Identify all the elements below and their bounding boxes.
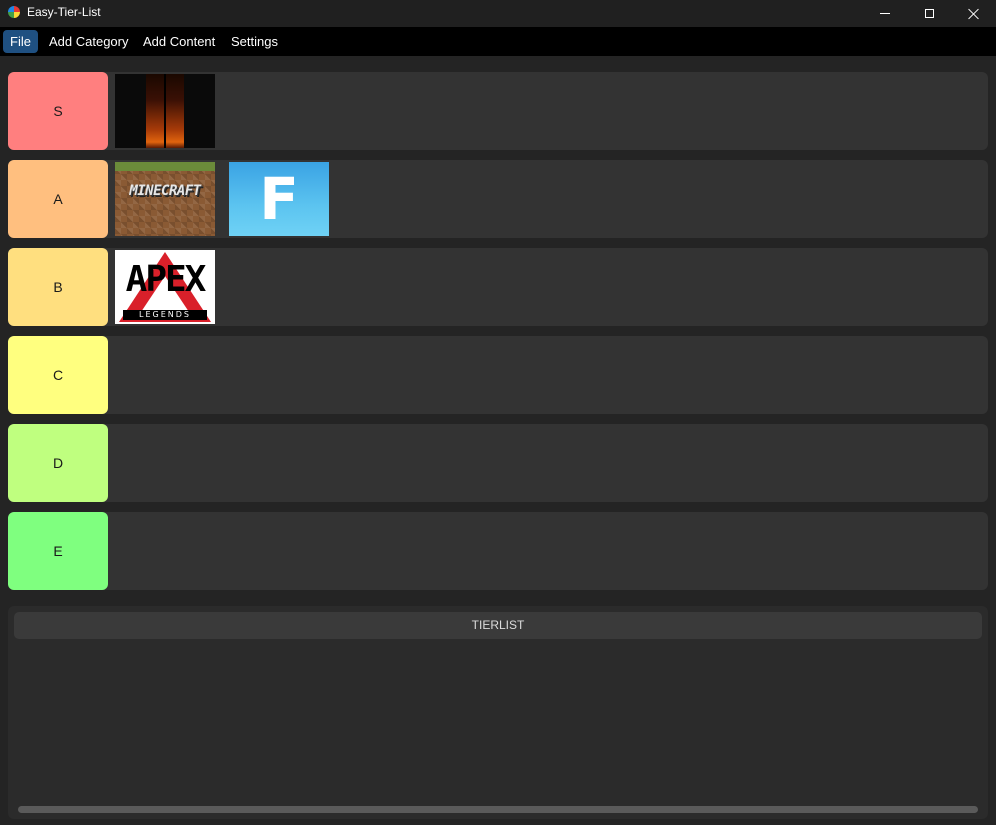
menu-bar: File Add Category Add Content Settings [0,27,996,56]
content-pool-panel[interactable]: TIERLIST [8,606,988,819]
close-button[interactable] [951,0,996,27]
minecraft-logo-text: MINECRAFT [129,183,201,199]
tier-row-d[interactable]: D [8,424,988,502]
app-icon [8,6,20,18]
tier-row-a[interactable]: A MINECRAFT F [8,160,988,238]
tier-label-c[interactable]: C [8,336,108,414]
fortnite-logo-text: F [259,165,299,233]
tier-label-a[interactable]: A [8,160,108,238]
app-window: Easy-Tier-List File Add Category Add Con… [0,0,996,825]
menu-add-content[interactable]: Add Content [136,30,222,53]
apex-logo-text: APEX [125,259,207,300]
tier-row-e[interactable]: E [8,512,988,590]
tier-label-b[interactable]: B [8,248,108,326]
apex-subtitle-text: LEGENDS [123,310,207,320]
tab-tierlist[interactable]: TIERLIST [14,612,982,639]
window-title: Easy-Tier-List [27,5,101,19]
menu-file[interactable]: File [3,30,38,53]
menu-settings[interactable]: Settings [224,30,285,53]
apex-legends-thumbnail[interactable]: APEX LEGENDS [115,250,215,324]
tier-row-c[interactable]: C [8,336,988,414]
minimize-button[interactable] [862,0,908,27]
fortnite-thumbnail[interactable]: F [229,162,329,236]
dark-game-thumbnail[interactable] [115,74,215,148]
menu-add-category[interactable]: Add Category [42,30,136,53]
tier-label-s[interactable]: S [8,72,108,150]
tier-row-s[interactable]: S [8,72,988,150]
tier-label-e[interactable]: E [8,512,108,590]
tier-row-b[interactable]: B APEX LEGENDS [8,248,988,326]
horizontal-scrollbar[interactable] [18,806,978,813]
maximize-icon [924,9,934,18]
title-bar[interactable]: Easy-Tier-List [0,0,996,27]
minimize-icon [880,13,890,14]
maximize-button[interactable] [906,0,952,27]
close-icon [968,8,980,20]
tier-label-d[interactable]: D [8,424,108,502]
minecraft-thumbnail[interactable]: MINECRAFT [115,162,215,236]
